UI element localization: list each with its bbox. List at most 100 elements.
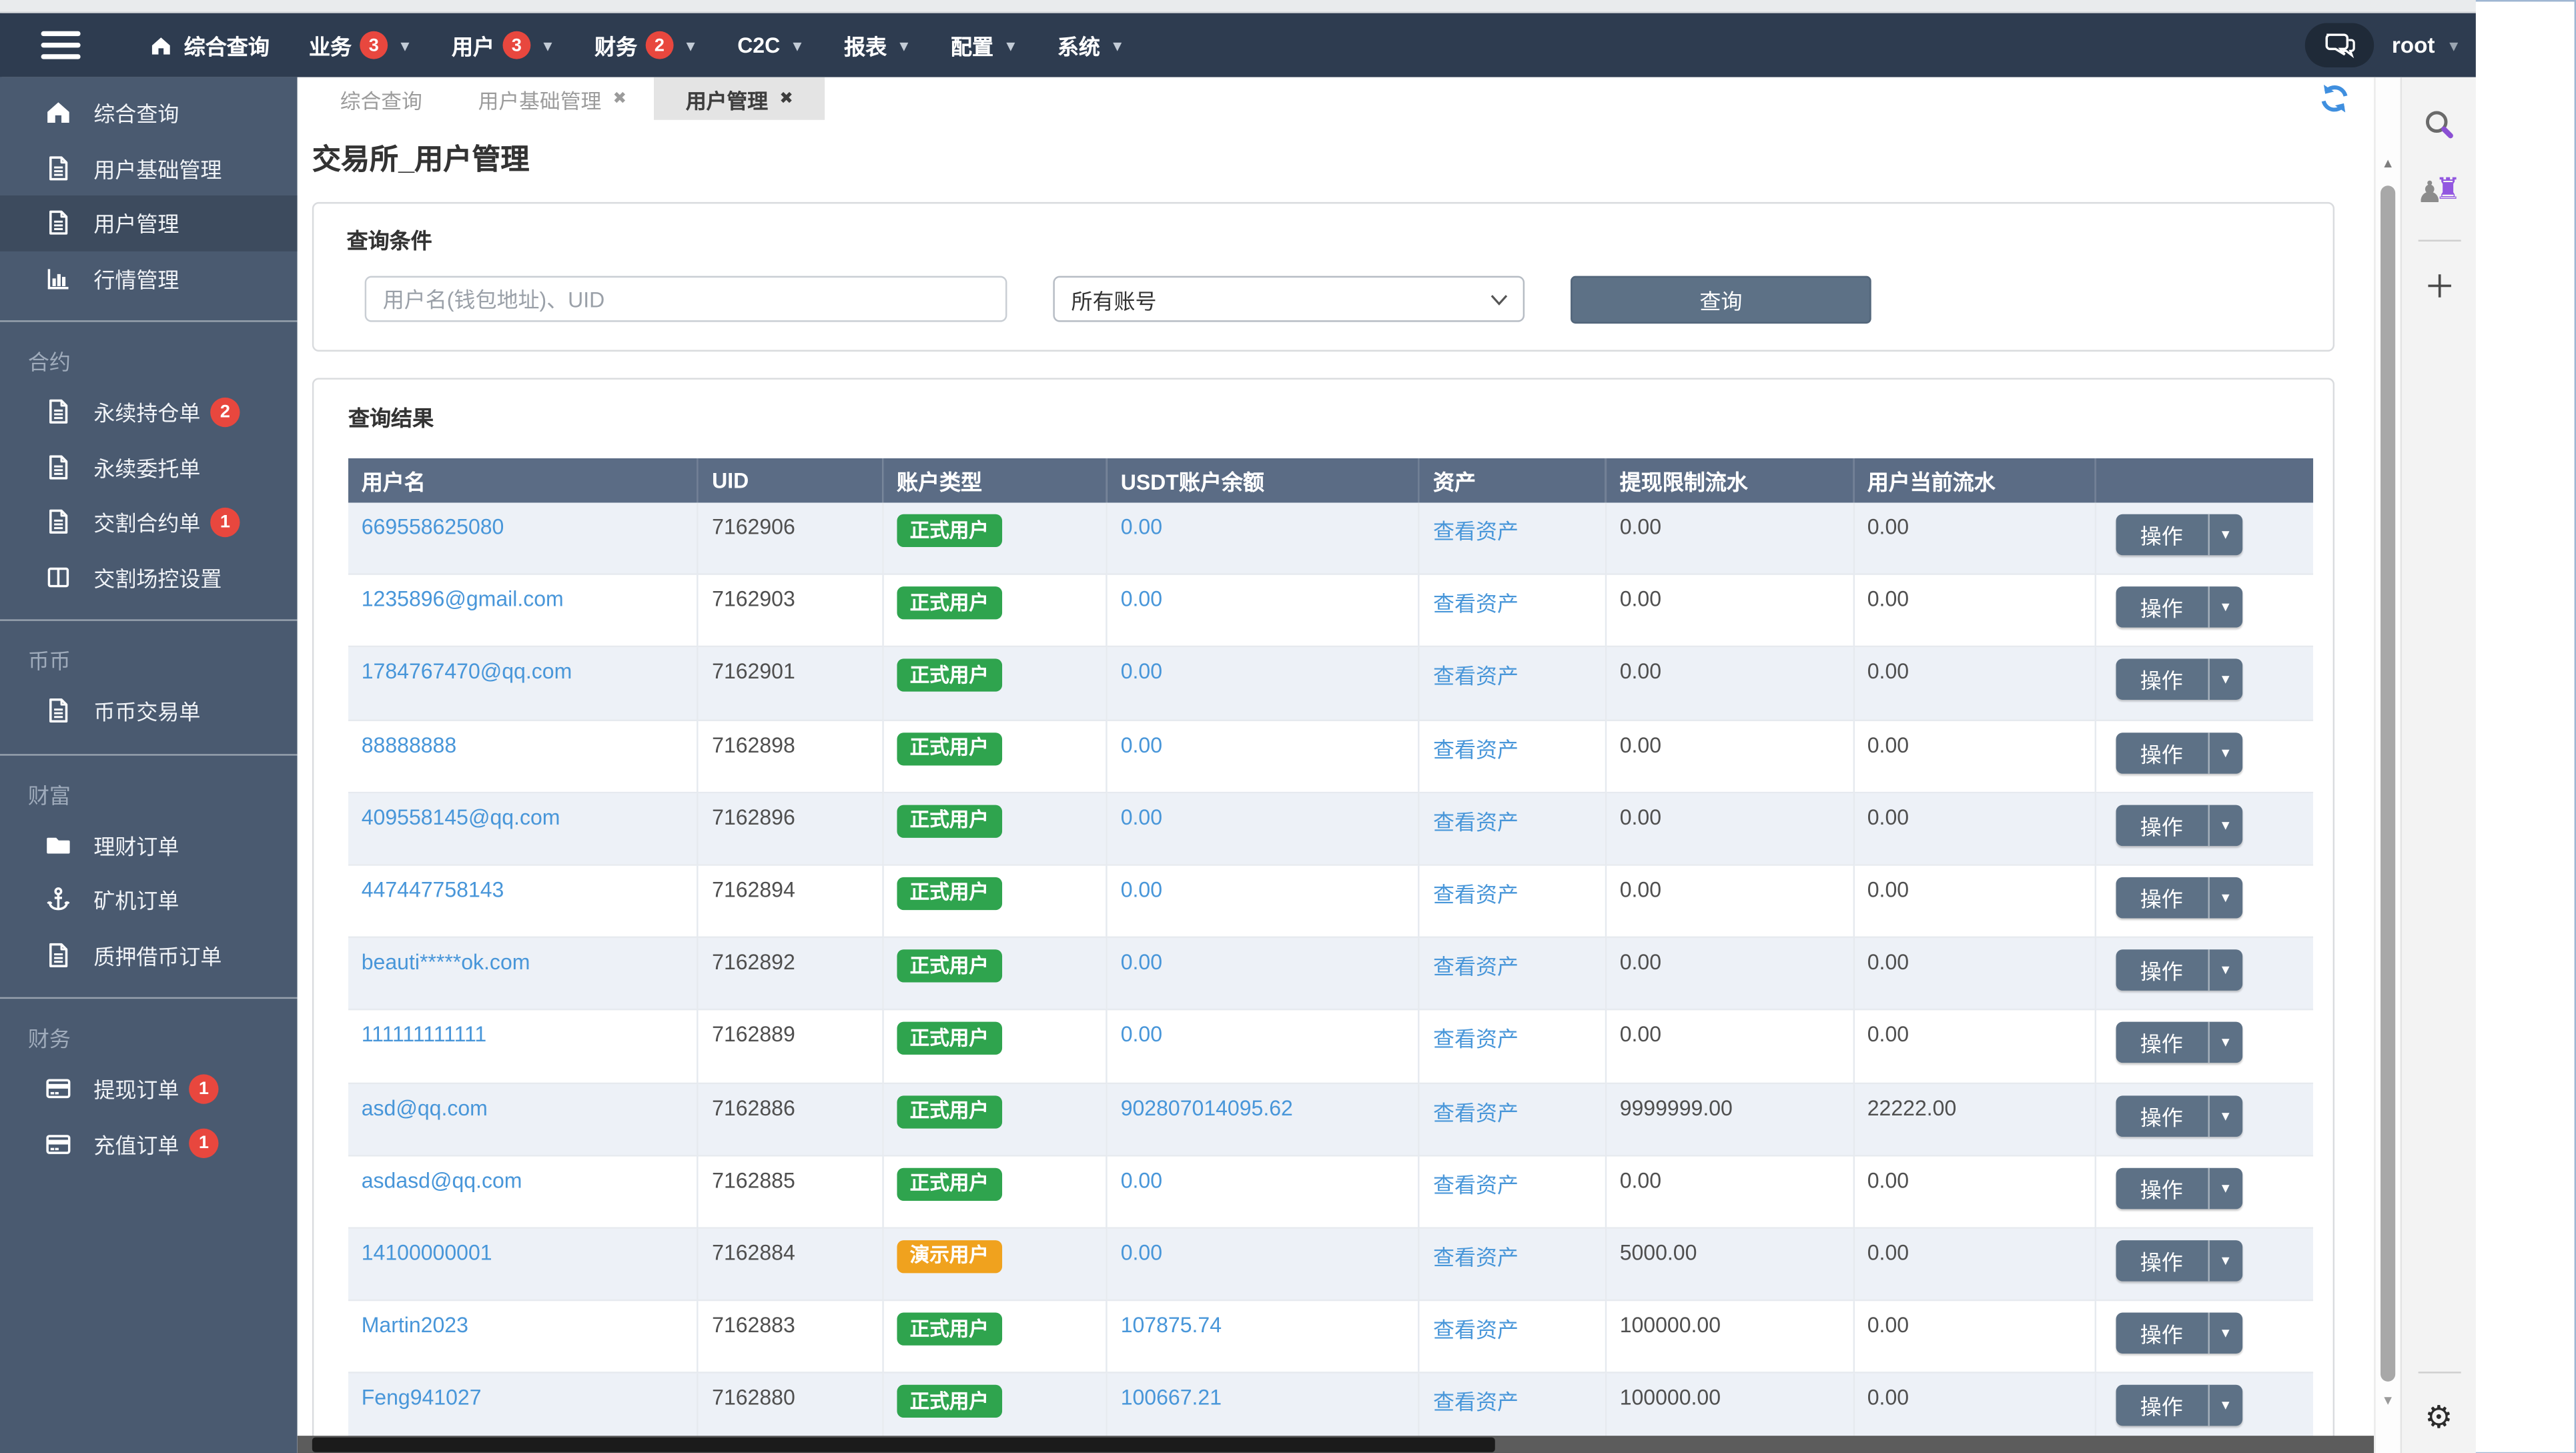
action-button[interactable]: 操作 [2116,659,2210,700]
usdt-balance-link[interactable]: 107875.74 [1121,1313,1222,1338]
username-link[interactable]: 669558625080 [362,514,504,539]
search-button[interactable]: 查询 [1571,276,1871,324]
action-dropdown-caret[interactable]: ▼ [2209,1240,2242,1282]
tab-inactive[interactable]: 用户基础管理 ✖ [450,77,655,120]
usdt-balance-link[interactable]: 100667.21 [1121,1385,1222,1410]
view-assets-link[interactable]: 查看资产 [1433,882,1519,907]
nav-item[interactable]: 综合查询 [130,13,290,77]
close-icon[interactable]: ✖ [613,89,627,107]
action-dropdown-caret[interactable]: ▼ [2209,732,2242,773]
sidebar-toggle-button[interactable] [41,30,81,60]
action-split-button[interactable]: 操作 ▼ [2115,732,2242,773]
action-split-button[interactable]: 操作 ▼ [2115,659,2242,700]
action-button[interactable]: 操作 [2116,1385,2210,1426]
username-link[interactable]: Martin2023 [362,1313,468,1338]
view-assets-link[interactable]: 查看资产 [1433,955,1519,979]
view-assets-link[interactable]: 查看资产 [1433,737,1519,762]
view-assets-link[interactable]: 查看资产 [1433,664,1519,689]
view-assets-link[interactable]: 查看资产 [1433,592,1519,616]
view-assets-link[interactable]: 查看资产 [1433,1390,1519,1415]
action-dropdown-caret[interactable]: ▼ [2209,514,2242,556]
username-link[interactable]: 447447758143 [362,877,504,902]
username-link[interactable]: 1235896@gmail.com [362,587,564,612]
username-link[interactable]: 88888888 [362,732,456,757]
sidebar-item[interactable]: 用户基础管理 [0,141,298,195]
user-menu[interactable]: root ▼ [2392,33,2461,57]
vertical-scrollbar[interactable]: ▲ ▼ [2374,77,2401,1453]
view-assets-link[interactable]: 查看资产 [1433,519,1519,544]
tab-active[interactable]: 用户管理 ✖ [655,77,825,120]
nav-item[interactable]: 用户 3 ▼ [432,13,574,77]
view-assets-link[interactable]: 查看资产 [1433,1100,1519,1125]
nav-item[interactable]: C2C ▼ [718,13,825,77]
action-dropdown-caret[interactable]: ▼ [2209,1022,2242,1063]
action-dropdown-caret[interactable]: ▼ [2209,1167,2242,1209]
search-input[interactable] [364,276,1007,322]
action-dropdown-caret[interactable]: ▼ [2209,950,2242,991]
action-button[interactable]: 操作 [2116,732,2210,773]
search-icon[interactable] [2421,107,2457,143]
vertical-scrollbar-thumb[interactable] [2381,185,2396,1381]
action-split-button[interactable]: 操作 ▼ [2115,949,2242,991]
horizontal-scrollbar[interactable] [297,1435,2375,1453]
view-assets-link[interactable]: 查看资产 [1433,1027,1519,1052]
action-button[interactable]: 操作 [2116,586,2210,628]
action-button[interactable]: 操作 [2116,1312,2210,1354]
scroll-up-arrow-icon[interactable]: ▲ [2376,156,2401,171]
action-dropdown-caret[interactable]: ▼ [2209,587,2242,628]
sidebar-item[interactable]: 理财订单 [0,817,298,872]
close-icon[interactable]: ✖ [779,89,793,107]
scroll-down-arrow-icon[interactable]: ▼ [2376,1392,2401,1407]
sidebar-item[interactable]: 质押借币订单 [0,927,298,982]
action-button[interactable]: 操作 [2116,1167,2210,1209]
sidebar-item[interactable]: 矿机订单 [0,873,298,927]
horizontal-scrollbar-thumb[interactable] [312,1436,1496,1452]
action-split-button[interactable]: 操作 ▼ [2115,514,2242,556]
nav-item[interactable]: 配置 ▼ [931,13,1037,77]
username-link[interactable]: 1784767470@qq.com [362,659,572,684]
username-link[interactable]: 14100000001 [362,1240,492,1265]
sidebar-item[interactable]: 综合查询 [0,85,298,140]
usdt-balance-link[interactable]: 0.00 [1121,1022,1162,1047]
usdt-balance-link[interactable]: 0.00 [1121,1167,1162,1192]
usdt-balance-link[interactable]: 0.00 [1121,732,1162,757]
nav-item[interactable]: 业务 3 ▼ [289,13,432,77]
sidebar-item[interactable]: 行情管理 [0,251,298,306]
username-link[interactable]: 111111111111 [362,1022,487,1047]
sidebar-item[interactable]: 交割场控设置 [0,550,298,604]
view-assets-link[interactable]: 查看资产 [1433,809,1519,834]
action-button[interactable]: 操作 [2116,949,2210,991]
sidebar-item[interactable]: 交割合约单 1 [0,494,298,549]
action-dropdown-caret[interactable]: ▼ [2209,1385,2242,1426]
view-assets-link[interactable]: 查看资产 [1433,1172,1519,1197]
action-button[interactable]: 操作 [2116,1022,2210,1063]
action-split-button[interactable]: 操作 ▼ [2115,1240,2242,1282]
gear-icon[interactable]: ⚙ [2425,1402,2453,1434]
action-dropdown-caret[interactable]: ▼ [2209,1313,2242,1354]
sidebar-item[interactable]: 提现订单 1 [0,1061,298,1116]
username-link[interactable]: asdasd@qq.com [362,1167,522,1192]
chess-pieces-icon[interactable]: ♟ ♜ [2417,173,2461,210]
refresh-icon[interactable] [2318,82,2350,115]
action-split-button[interactable]: 操作 ▼ [2115,1022,2242,1063]
usdt-balance-link[interactable]: 0.00 [1121,587,1162,612]
messages-button[interactable] [2304,23,2374,67]
plus-icon[interactable] [2424,271,2453,300]
nav-item[interactable]: 报表 ▼ [825,13,931,77]
action-dropdown-caret[interactable]: ▼ [2209,659,2242,700]
sidebar-item[interactable]: 用户管理 [0,195,298,251]
usdt-balance-link[interactable]: 0.00 [1121,1240,1162,1265]
sidebar-item[interactable]: 永续委托单 [0,440,298,494]
usdt-balance-link[interactable]: 0.00 [1121,514,1162,539]
username-link[interactable]: 409558145@qq.com [362,805,560,829]
action-split-button[interactable]: 操作 ▼ [2115,804,2242,846]
username-link[interactable]: beauti*****ok.com [362,950,530,975]
usdt-balance-link[interactable]: 902807014095.62 [1121,1095,1293,1119]
action-split-button[interactable]: 操作 ▼ [2115,1385,2242,1426]
username-link[interactable]: asd@qq.com [362,1095,488,1119]
account-type-select[interactable]: 所有账号 [1053,276,1525,322]
usdt-balance-link[interactable]: 0.00 [1121,805,1162,829]
sidebar-item[interactable]: 充值订单 1 [0,1116,298,1171]
action-split-button[interactable]: 操作 ▼ [2115,1312,2242,1354]
usdt-balance-link[interactable]: 0.00 [1121,950,1162,975]
